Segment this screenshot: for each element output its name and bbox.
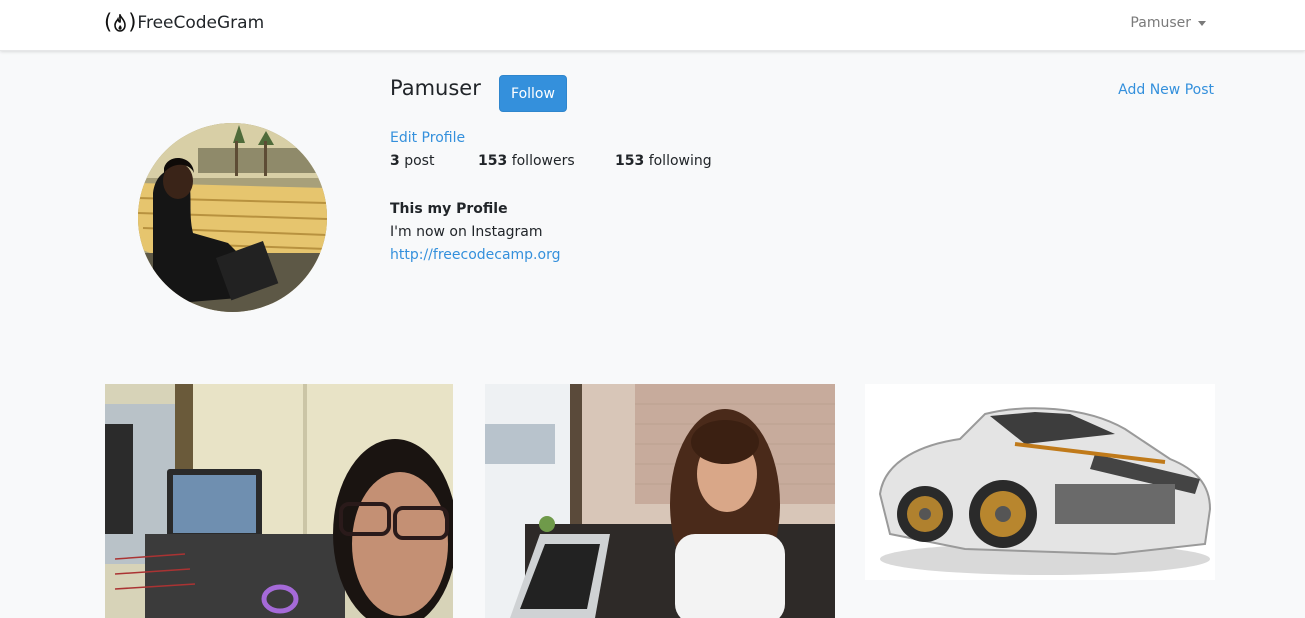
profile-avatar [138, 123, 327, 312]
user-menu-dropdown[interactable]: Pamuser [1130, 15, 1206, 31]
post-thumbnail[interactable] [485, 384, 835, 618]
bio-description: I'm now on Instagram [390, 224, 543, 240]
freecodecamp-logo-icon: ( ) [104, 12, 136, 33]
following-stat: 153 following [615, 153, 712, 169]
navbar: ( ) FreeCodeGram Pamuser [0, 0, 1305, 51]
follow-button[interactable]: Follow [499, 75, 567, 112]
flame-icon [114, 13, 127, 32]
posts-count: 3 [390, 153, 400, 169]
logo-close-paren: ) [128, 10, 137, 34]
post-image [485, 384, 835, 618]
following-label: following [648, 153, 712, 169]
bio-title: This my Profile [390, 201, 508, 217]
posts-label: post [404, 153, 435, 169]
caret-down-icon [1198, 20, 1206, 26]
followers-count: 153 [478, 153, 508, 169]
post-image [105, 384, 453, 618]
profile-username: Pamuser [390, 76, 481, 100]
logo-open-paren: ( [104, 10, 113, 34]
post-thumbnail[interactable] [865, 384, 1215, 580]
followers-stat: 153 followers [478, 153, 575, 169]
edit-profile-link[interactable]: Edit Profile [390, 130, 465, 146]
brand-name: FreeCodeGram [137, 12, 265, 33]
brand-link[interactable]: ( ) FreeCodeGram [104, 12, 264, 33]
followers-label: followers [511, 153, 575, 169]
user-menu-label: Pamuser [1130, 15, 1191, 31]
following-count: 153 [615, 153, 645, 169]
bio-url-link[interactable]: http://freecodecamp.org [390, 247, 560, 263]
post-image [865, 384, 1215, 580]
posts-stat: 3 post [390, 153, 434, 169]
post-thumbnail[interactable] [105, 384, 453, 618]
add-new-post-link[interactable]: Add New Post [1118, 82, 1214, 98]
